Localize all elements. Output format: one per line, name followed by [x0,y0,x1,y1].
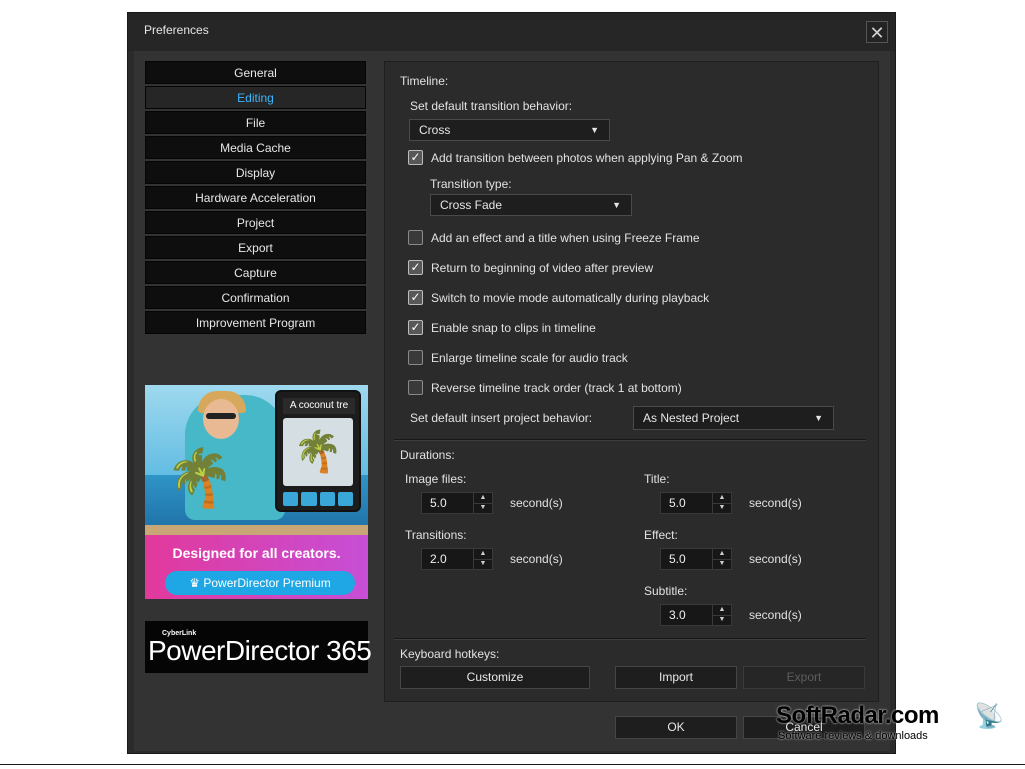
nav-item-display[interactable]: Display [145,161,366,184]
default-transition-value: Cross [419,123,451,137]
enlarge-scale-checkbox[interactable] [408,350,423,365]
export-button[interactable]: Export [743,666,865,689]
insert-behavior-dropdown[interactable]: As Nested Project ▼ [633,406,834,430]
nav-item-confirmation[interactable]: Confirmation [145,286,366,309]
subtitle-duration-unit: second(s) [749,608,802,622]
ok-button[interactable]: OK [615,716,737,739]
chevron-down-icon[interactable]: ▼ [713,559,731,569]
subtitle-duration-value: 3.0 [669,608,686,622]
pan-zoom-checkbox[interactable]: ✓ [408,150,423,165]
image-files-value: 5.0 [430,496,447,510]
stepper-buttons: ▲ ▼ [712,493,731,513]
transitions-label: Transitions: [405,528,467,542]
nav-item-export[interactable]: Export [145,236,366,259]
reverse-order-label: Reverse timeline track order (track 1 at… [431,381,682,395]
nav-item-editing[interactable]: Editing [145,86,366,109]
durations-section-title: Durations: [400,448,455,462]
nav-item-media-cache[interactable]: Media Cache [145,136,366,159]
stepper-buttons: ▲ ▼ [473,549,492,569]
default-transition-label: Set default transition behavior: [410,99,573,113]
stepper-buttons: ▲ ▼ [712,549,731,569]
effect-duration-label: Effect: [644,528,678,542]
section-divider [394,638,866,640]
freeze-frame-label: Add an effect and a title when using Fre… [431,231,700,245]
window-title: Preferences [144,23,209,37]
subtitle-duration-stepper[interactable]: 3.0 ▲ ▼ [660,604,732,626]
transitions-stepper[interactable]: 2.0 ▲ ▼ [421,548,493,570]
subtitle-duration-label: Subtitle: [644,584,688,598]
logo-product-name: PowerDirector 365 [148,635,372,666]
banner-person-head [203,399,239,439]
product-logo: CyberLink PowerDirector 365 [145,621,372,673]
default-transition-dropdown[interactable]: Cross ▼ [409,119,610,141]
nav-item-project[interactable]: Project [145,211,366,234]
promo-banner[interactable]: 🌴 A coconut tre 🌴 Designed for all creat… [145,385,368,599]
timeline-section-title: Timeline: [400,74,449,88]
transition-type-label: Transition type: [430,177,512,191]
insert-behavior-label: Set default insert project behavior: [410,411,593,425]
nav-item-file[interactable]: File [145,111,366,134]
customize-button[interactable]: Customize [400,666,590,689]
banner-phone-card: A coconut tre 🌴 [275,390,361,512]
close-icon[interactable]: ✕ [866,21,888,43]
stepper-buttons: ▲ ▼ [712,605,731,625]
page-bottom-border [0,764,1025,765]
movie-mode-checkbox[interactable]: ✓ [408,290,423,305]
freeze-frame-checkbox[interactable] [408,230,423,245]
chevron-down-icon: ▼ [814,413,823,423]
chevron-down-icon[interactable]: ▼ [474,559,492,569]
palm-sticker-icon: 🌴 [283,418,353,486]
effect-duration-stepper[interactable]: 5.0 ▲ ▼ [660,548,732,570]
chevron-down-icon: ▼ [612,200,621,210]
pan-zoom-label: Add transition between photos when apply… [431,151,743,165]
movie-mode-label: Switch to movie mode automatically durin… [431,291,710,305]
card-label: A coconut tre [283,398,355,414]
premium-button-label: PowerDirector Premium [203,576,331,590]
nav-item-improvement-program[interactable]: Improvement Program [145,311,366,334]
preferences-dialog: Preferences ✕ General Editing File Media… [127,12,896,754]
return-beginning-label: Return to beginning of video after previ… [431,261,654,275]
snap-clips-checkbox[interactable]: ✓ [408,320,423,335]
category-nav: General Editing File Media Cache Display… [145,61,366,336]
effect-duration-value: 5.0 [669,552,686,566]
nav-item-hardware-acceleration[interactable]: Hardware Acceleration [145,186,366,209]
title-duration-unit: second(s) [749,496,802,510]
satellite-dish-icon: 📡 [974,703,1004,730]
insert-behavior-value: As Nested Project [643,411,740,425]
stepper-buttons: ▲ ▼ [473,493,492,513]
watermark-title: SoftRadar.com [776,702,939,729]
watermark-subtitle: Software reviews & downloads [778,730,928,742]
reverse-order-checkbox[interactable] [408,380,423,395]
effect-duration-unit: second(s) [749,552,802,566]
chevron-down-icon[interactable]: ▼ [474,503,492,513]
banner-person-glasses [206,413,236,419]
chevron-down-icon[interactable]: ▼ [713,615,731,625]
title-duration-value: 5.0 [669,496,686,510]
chevron-down-icon[interactable]: ▼ [713,503,731,513]
title-duration-label: Title: [644,472,670,486]
premium-button[interactable]: ♛ PowerDirector Premium [165,571,355,595]
nav-item-general[interactable]: General [145,61,366,84]
hotkeys-section-title: Keyboard hotkeys: [400,647,500,661]
transitions-unit: second(s) [510,552,563,566]
transitions-value: 2.0 [430,552,447,566]
import-button[interactable]: Import [615,666,737,689]
return-beginning-checkbox[interactable]: ✓ [408,260,423,275]
card-tool-icons [283,492,353,506]
nav-item-capture[interactable]: Capture [145,261,366,284]
chevron-down-icon: ▼ [590,125,599,135]
transition-type-dropdown[interactable]: Cross Fade ▼ [430,194,632,216]
transition-type-value: Cross Fade [440,198,503,212]
title-bar: Preferences ✕ [128,13,895,51]
image-files-unit: second(s) [510,496,563,510]
banner-slogan: Designed for all creators. [172,545,341,561]
image-files-stepper[interactable]: 5.0 ▲ ▼ [421,492,493,514]
snap-clips-label: Enable snap to clips in timeline [431,321,596,335]
section-divider [394,439,866,441]
crown-icon: ♛ [189,576,204,590]
title-duration-stepper[interactable]: 5.0 ▲ ▼ [660,492,732,514]
image-files-label: Image files: [405,472,467,486]
palm-tree-icon: 🌴 [165,446,235,509]
enlarge-scale-label: Enlarge timeline scale for audio track [431,351,628,365]
